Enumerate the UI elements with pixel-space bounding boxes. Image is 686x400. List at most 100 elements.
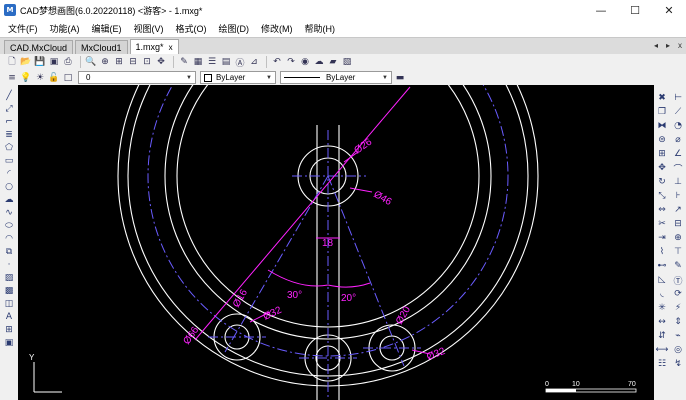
line-icon[interactable]: ╱ — [2, 89, 16, 102]
spline-icon[interactable]: ∿ — [2, 206, 16, 219]
extend-icon[interactable]: ⇥ — [656, 231, 669, 245]
new-file-icon[interactable]: 🗋 — [6, 56, 18, 68]
lineweight-icon[interactable]: ▬ — [394, 72, 406, 84]
inspect-icon[interactable]: ◎ — [672, 343, 685, 357]
open-file-icon[interactable]: 📂 — [20, 56, 32, 68]
mtext-icon[interactable]: A — [2, 310, 16, 323]
leader-icon[interactable]: ↗ — [672, 203, 685, 217]
layer-properties-icon[interactable]: ≡ — [6, 72, 18, 84]
block-icon[interactable]: ▦ — [192, 56, 204, 68]
redo-icon[interactable]: ↷ — [285, 56, 297, 68]
hatch-icon[interactable]: ▤ — [220, 56, 232, 68]
tab-1-mxg[interactable]: 1.mxg* x — [129, 39, 179, 54]
sun-icon[interactable]: ☀ — [34, 72, 46, 84]
close-button[interactable]: ✕ — [652, 0, 686, 20]
linetype-dropdown[interactable]: ByLayer ▼ — [280, 71, 392, 84]
construction-line-icon[interactable]: ⤢ — [2, 102, 16, 115]
circle-icon[interactable]: ○ — [2, 180, 16, 193]
diameter-dim-icon[interactable]: ⌀ — [672, 133, 685, 147]
drawing-canvas[interactable]: Ø26 Ø46 18 30° 20° Ø16 Ø32 Ø20 Ø32 Ø66 Y… — [18, 85, 654, 400]
array-icon[interactable]: ⊞ — [656, 147, 669, 161]
dim-update-icon[interactable]: ⟳ — [672, 287, 685, 301]
chamfer-icon[interactable]: ◺ — [656, 273, 669, 287]
close-all-icon[interactable]: x — [678, 41, 682, 50]
tab-close-icon[interactable]: x — [169, 43, 173, 52]
point-icon[interactable]: · — [2, 258, 16, 271]
arc-length-icon[interactable]: ⌒ — [672, 161, 685, 175]
zoom-out-icon[interactable]: ⊟ — [127, 56, 139, 68]
break-icon[interactable]: ⌇ — [656, 245, 669, 259]
dim-text-edit-icon[interactable]: Ⓣ — [672, 273, 685, 287]
ellipse-icon[interactable]: ⬭ — [2, 219, 16, 232]
rotate-icon[interactable]: ↻ — [656, 175, 669, 189]
menu-draw[interactable]: 绘图(D) — [219, 22, 250, 35]
print-icon[interactable]: ⎙ — [62, 56, 74, 68]
image-export-icon[interactable]: ▧ — [341, 56, 353, 68]
scroll-left-icon[interactable]: ◂ — [654, 41, 658, 50]
minimize-button[interactable]: — — [584, 0, 618, 20]
explode-icon[interactable]: ✳ — [656, 301, 669, 315]
ordinate-dim-icon[interactable]: ⊤ — [672, 245, 685, 259]
quick-dim-icon[interactable]: ⚡ — [672, 301, 685, 315]
measure-icon[interactable]: ↔ — [656, 315, 669, 329]
pdf-icon[interactable]: ▰ — [327, 56, 339, 68]
offset-icon[interactable]: ⊜ — [656, 133, 669, 147]
menu-function[interactable]: 功能(A) — [50, 22, 80, 35]
angular-dim-icon[interactable]: ∠ — [672, 147, 685, 161]
menu-format[interactable]: 格式(O) — [176, 22, 207, 35]
tolerance-icon[interactable]: ⊟ — [672, 217, 685, 231]
dim-break-icon[interactable]: ⌁ — [672, 329, 685, 343]
pan-icon[interactable]: ✥ — [155, 56, 167, 68]
maximize-button[interactable]: ☐ — [618, 0, 652, 20]
join-icon[interactable]: ⊷ — [656, 259, 669, 273]
save-as-icon[interactable]: ▣ — [48, 56, 60, 68]
arc-icon[interactable]: ◜ — [2, 167, 16, 180]
zoom-window-icon[interactable]: ⊕ — [99, 56, 111, 68]
tab-mxcloud1[interactable]: MxCloud1 — [75, 40, 128, 54]
fillet-icon[interactable]: ◟ — [656, 287, 669, 301]
cloud-icon[interactable]: ☁ — [313, 56, 325, 68]
menu-file[interactable]: 文件(F) — [8, 22, 38, 35]
lock-icon[interactable]: 🔓 — [48, 72, 60, 84]
gradient-icon[interactable]: ▩ — [2, 284, 16, 297]
tab-cad-mxcloud[interactable]: CAD.MxCloud — [4, 40, 74, 54]
hatch-draw-icon[interactable]: ▨ — [2, 271, 16, 284]
dim-style-icon[interactable]: ⊿ — [248, 56, 260, 68]
dim-space-icon[interactable]: ⇕ — [672, 315, 685, 329]
jogged-dim-icon[interactable]: ↯ — [672, 357, 685, 371]
layer-color-icon[interactable]: □ — [62, 72, 74, 84]
match-properties-icon[interactable]: ✎ — [178, 56, 190, 68]
image-icon[interactable]: ▣ — [2, 336, 16, 349]
aligned-dim-icon[interactable]: ⟋ — [672, 105, 685, 119]
align-icon[interactable]: ⇵ — [656, 329, 669, 343]
layer-dropdown[interactable]: 0 ▼ — [78, 71, 196, 84]
layer-manager-icon[interactable]: ☰ — [206, 56, 218, 68]
linear-dim-icon[interactable]: ⊢ — [672, 91, 685, 105]
lengthen-icon[interactable]: ⟷ — [656, 343, 669, 357]
rectangle-icon[interactable]: ▭ — [2, 154, 16, 167]
zoom-in-icon[interactable]: ⊞ — [113, 56, 125, 68]
color-dropdown[interactable]: ByLayer ▼ — [200, 71, 276, 84]
polyline-icon[interactable]: ⌐ — [2, 115, 16, 128]
insert-block-icon[interactable]: ⧉ — [2, 245, 16, 258]
table-icon[interactable]: ⊞ — [2, 323, 16, 336]
erase-icon[interactable]: ✖ — [656, 91, 669, 105]
menu-help[interactable]: 帮助(H) — [305, 22, 336, 35]
menu-edit[interactable]: 编辑(E) — [92, 22, 122, 35]
zoom-realtime-icon[interactable]: 🔍 — [85, 56, 97, 68]
stretch-icon[interactable]: ⇔ — [656, 203, 669, 217]
dim-edit-icon[interactable]: ✎ — [672, 259, 685, 273]
baseline-dim-icon[interactable]: ⊥ — [672, 175, 685, 189]
menu-view[interactable]: 视图(V) — [134, 22, 164, 35]
revision-cloud-icon[interactable]: ☁ — [2, 193, 16, 206]
save-icon[interactable]: 💾 — [34, 56, 46, 68]
region-icon[interactable]: ◫ — [2, 297, 16, 310]
scroll-right-icon[interactable]: ▸ — [666, 41, 670, 50]
zoom-extents-icon[interactable]: ⊡ — [141, 56, 153, 68]
undo-icon[interactable]: ↶ — [271, 56, 283, 68]
text-style-icon[interactable]: Ⓐ — [234, 56, 246, 69]
mirror-icon[interactable]: ⧓ — [656, 119, 669, 133]
properties-icon[interactable]: ☷ — [656, 357, 669, 371]
menu-modify[interactable]: 修改(M) — [261, 22, 293, 35]
copy-icon[interactable]: ❐ — [656, 105, 669, 119]
